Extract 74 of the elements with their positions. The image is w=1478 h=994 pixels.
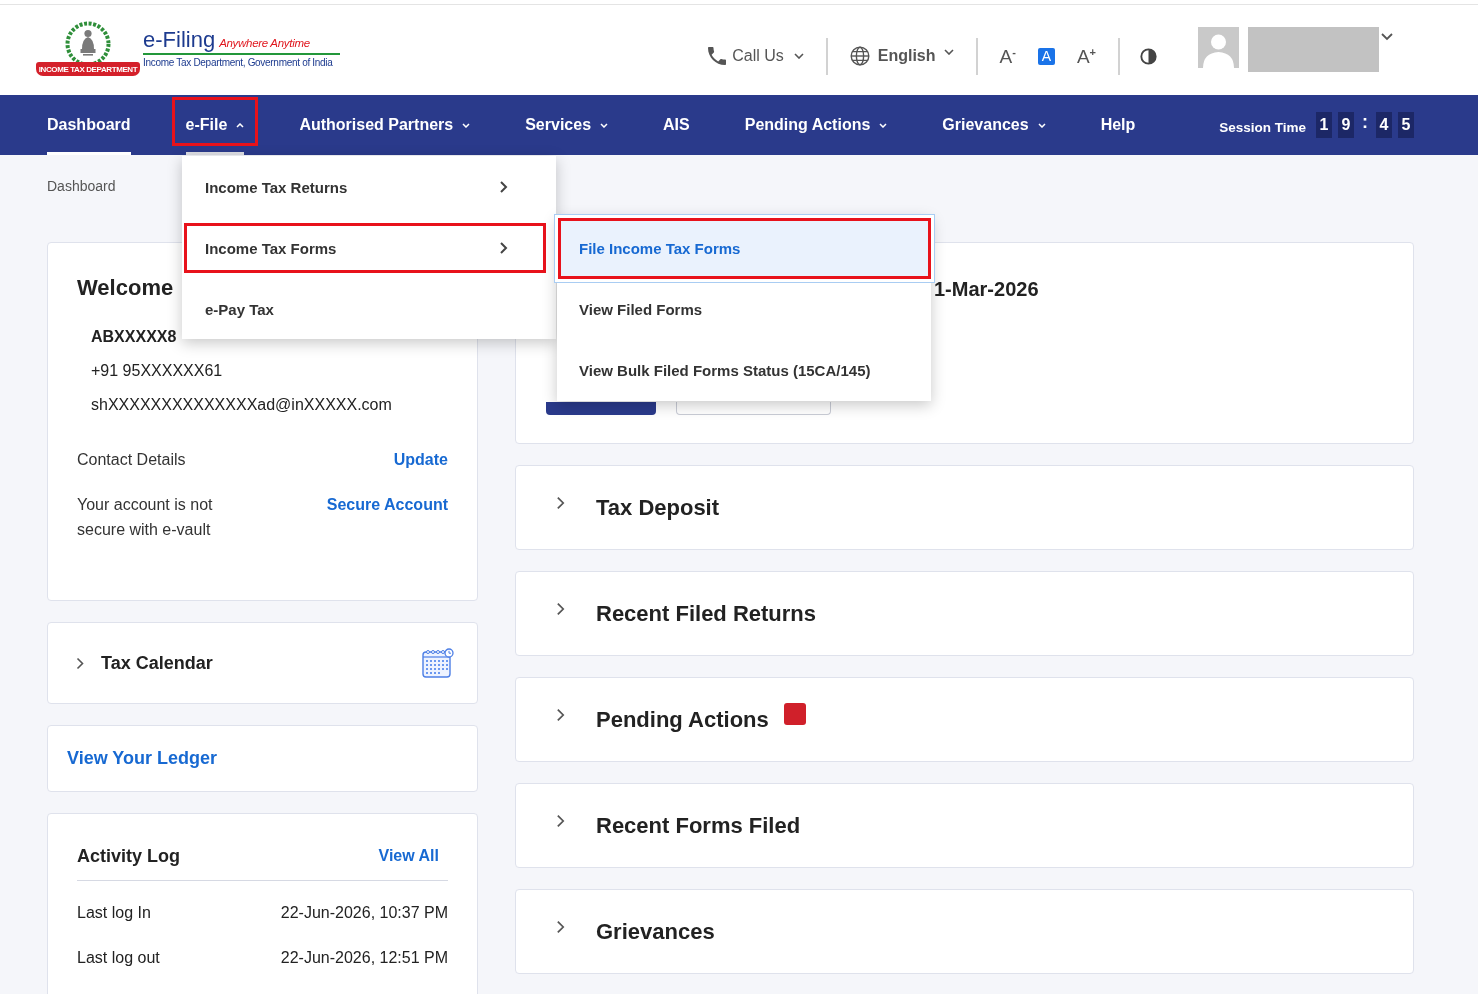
nav-menu-item[interactable]: AIS [649, 95, 704, 155]
caret-icon [236, 122, 245, 128]
font-size-button[interactable]: A$^{+}$ [1076, 46, 1096, 66]
action-link[interactable]: Secure Account [326, 492, 448, 517]
email-address: shXXXXXXXXXXXXXXad@inXXXXX.com [91, 396, 392, 413]
language-button[interactable]: English [849, 46, 954, 66]
menu-item[interactable]: View Bulk Filed Forms Status (15CA/145) [558, 340, 931, 401]
phone-number: +91 95XXXXXX61 [91, 362, 223, 379]
pan-number: ABXXXXX8 [91, 328, 177, 345]
secondary-button[interactable] [676, 402, 831, 415]
nav-menu-item[interactable]: Pending Actions [730, 95, 902, 155]
session-time-label: Session Time [1219, 119, 1306, 135]
detail-label: Your account is not secure with e-vault [77, 495, 214, 540]
menu-item[interactable]: Income Tax Forms [184, 223, 546, 273]
section-title: Tax Deposit [596, 494, 720, 521]
detail-label: Contact Details [77, 450, 186, 470]
section-title: Grievances [596, 918, 715, 945]
accordion-card[interactable]: Recent Filed Returns [515, 571, 1414, 656]
timer-colon: : [1361, 111, 1369, 133]
caret-icon [793, 53, 804, 59]
phone-icon [708, 47, 727, 65]
menu-item[interactable]: Income Tax Returns [184, 162, 546, 212]
caret-icon [1037, 122, 1046, 128]
due-date-heading: 1-Mar-2026 [934, 278, 1039, 300]
accordion-card[interactable]: Pending Actions [515, 677, 1414, 762]
primary-button[interactable] [546, 402, 656, 415]
caret-icon[interactable] [1381, 32, 1393, 41]
caret-icon [600, 122, 609, 128]
call-us-button[interactable]: Call Us [708, 47, 804, 65]
nav-menu-item[interactable]: Services [511, 95, 623, 155]
caret-icon [462, 122, 471, 128]
menu-item[interactable]: View Filed Forms [558, 279, 931, 340]
log-timestamp: 22-Jun-2026, 10:37 PM [280, 903, 448, 923]
view-all-link[interactable]: View All [378, 842, 439, 870]
action-link[interactable]: Update [393, 446, 448, 474]
timer-digit: 5 [1398, 112, 1414, 138]
welcome-heading: Welcome [77, 274, 175, 302]
menu-item[interactable]: e-Pay Tax [184, 284, 546, 334]
contrast-icon[interactable] [1140, 47, 1157, 65]
nav-menu-item[interactable]: e-File [171, 95, 259, 155]
section-title: Recent Filed Returns [596, 600, 817, 627]
ribbon-label: INCOME TAX DEPARTMENT [36, 62, 140, 76]
timer-digit: 9 [1338, 112, 1354, 138]
accordion-card[interactable]: Recent Forms Filed [515, 783, 1414, 868]
accordion-card[interactable]: Grievances [515, 889, 1414, 974]
log-label: Last log out [77, 948, 160, 968]
activity-log-title: Activity Log [77, 845, 180, 868]
log-timestamp: 22-Jun-2026, 12:51 PM [280, 948, 448, 968]
caret-icon [943, 49, 954, 55]
logo-title: e-Filing [143, 28, 216, 52]
nav-menu-item[interactable]: Grievances [928, 95, 1060, 155]
caret-icon [879, 122, 888, 128]
logo-tagline: Anywhere Anytime [219, 37, 310, 49]
font-size-button[interactable]: A$^{-}$ [999, 46, 1016, 66]
avatar-icon[interactable] [1198, 26, 1239, 68]
nav-menu-item[interactable]: Dashboard [33, 95, 145, 155]
chevron-right-icon [499, 180, 508, 194]
nav-menu-item[interactable]: Authorised Partners [285, 95, 485, 155]
chevron-right-icon [499, 241, 508, 255]
font-size-button[interactable]: A [1037, 47, 1055, 65]
globe-icon [849, 46, 870, 66]
ledger-link[interactable]: View Your Ledger [67, 748, 218, 769]
card-title: Tax Calendar [101, 652, 213, 674]
breadcrumb: Dashboard [47, 178, 116, 194]
log-label: Last log In [77, 903, 151, 923]
timer-digit: 1 [1316, 112, 1332, 138]
accordion-card[interactable]: Tax Deposit [515, 465, 1414, 550]
nav-menu-item[interactable]: Help [1086, 95, 1150, 155]
tax-calendar-card[interactable]: Tax Calendar [47, 622, 478, 704]
section-title: Recent Forms Filed [596, 812, 801, 839]
section-title: Pending Actions [596, 706, 769, 733]
logo-subtitle: Income Tax Department, Government of India [143, 57, 333, 68]
calendar-icon [422, 648, 454, 678]
timer-digit: 4 [1376, 112, 1392, 138]
